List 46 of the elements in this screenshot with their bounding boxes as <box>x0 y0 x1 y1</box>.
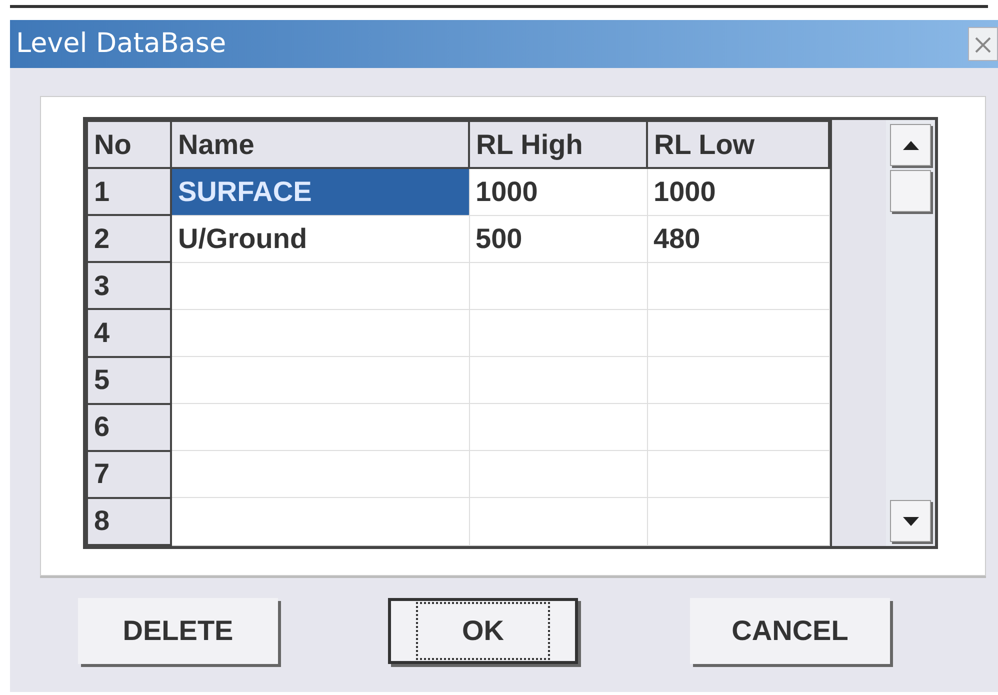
table-cell[interactable]: SURFACE <box>171 168 469 216</box>
up-arrow-icon[interactable] <box>902 140 918 150</box>
table-cell[interactable] <box>647 262 829 310</box>
table-cell[interactable]: 1000 <box>469 168 647 216</box>
dialog-button[interactable]: CANCEL <box>690 598 890 664</box>
row-number: 5 <box>87 356 171 404</box>
table-cell[interactable] <box>171 450 469 498</box>
table-cell[interactable]: 480 <box>647 215 829 262</box>
table-cell[interactable] <box>647 356 829 404</box>
row-number: 4 <box>87 309 171 357</box>
table-cell[interactable] <box>469 404 647 451</box>
table-cell[interactable] <box>171 498 469 545</box>
row-number: 3 <box>87 262 171 310</box>
table-cell[interactable] <box>647 498 829 545</box>
table-cell[interactable] <box>647 404 829 451</box>
close-icon <box>974 36 992 54</box>
table-cell[interactable] <box>469 356 647 404</box>
column-header: RL Low <box>647 121 829 168</box>
row-number: 7 <box>87 450 171 498</box>
row-number: 2 <box>87 215 171 262</box>
table-cell[interactable] <box>647 309 829 357</box>
down-arrow-icon[interactable] <box>902 516 918 526</box>
table-cell[interactable] <box>469 309 647 357</box>
table-cell[interactable] <box>171 356 469 404</box>
table-cell[interactable]: 500 <box>469 215 647 262</box>
table-cell[interactable]: 1000 <box>647 168 829 216</box>
window-title: Level DataBase <box>15 26 226 61</box>
scroll-thumb[interactable] <box>890 170 931 212</box>
table-cell[interactable] <box>469 262 647 310</box>
row-number: 8 <box>87 498 171 545</box>
dialog-button[interactable]: DELETE <box>78 598 278 664</box>
table-cell[interactable] <box>171 262 469 310</box>
row-number: 6 <box>87 404 171 451</box>
column-header: Name <box>171 121 469 168</box>
table-cell[interactable] <box>647 450 829 498</box>
table-cell[interactable] <box>469 498 647 545</box>
close-button[interactable] <box>968 27 998 61</box>
table-cell[interactable]: U/Ground <box>171 215 469 262</box>
table-cell[interactable] <box>171 309 469 357</box>
row-number: 1 <box>87 168 171 216</box>
column-header: No <box>87 121 171 168</box>
scrollbar[interactable] <box>886 120 935 546</box>
table-cell[interactable] <box>171 404 469 451</box>
dialog-button[interactable]: OK <box>388 598 578 664</box>
table-cell[interactable] <box>469 450 647 498</box>
column-header: RL High <box>469 121 647 168</box>
